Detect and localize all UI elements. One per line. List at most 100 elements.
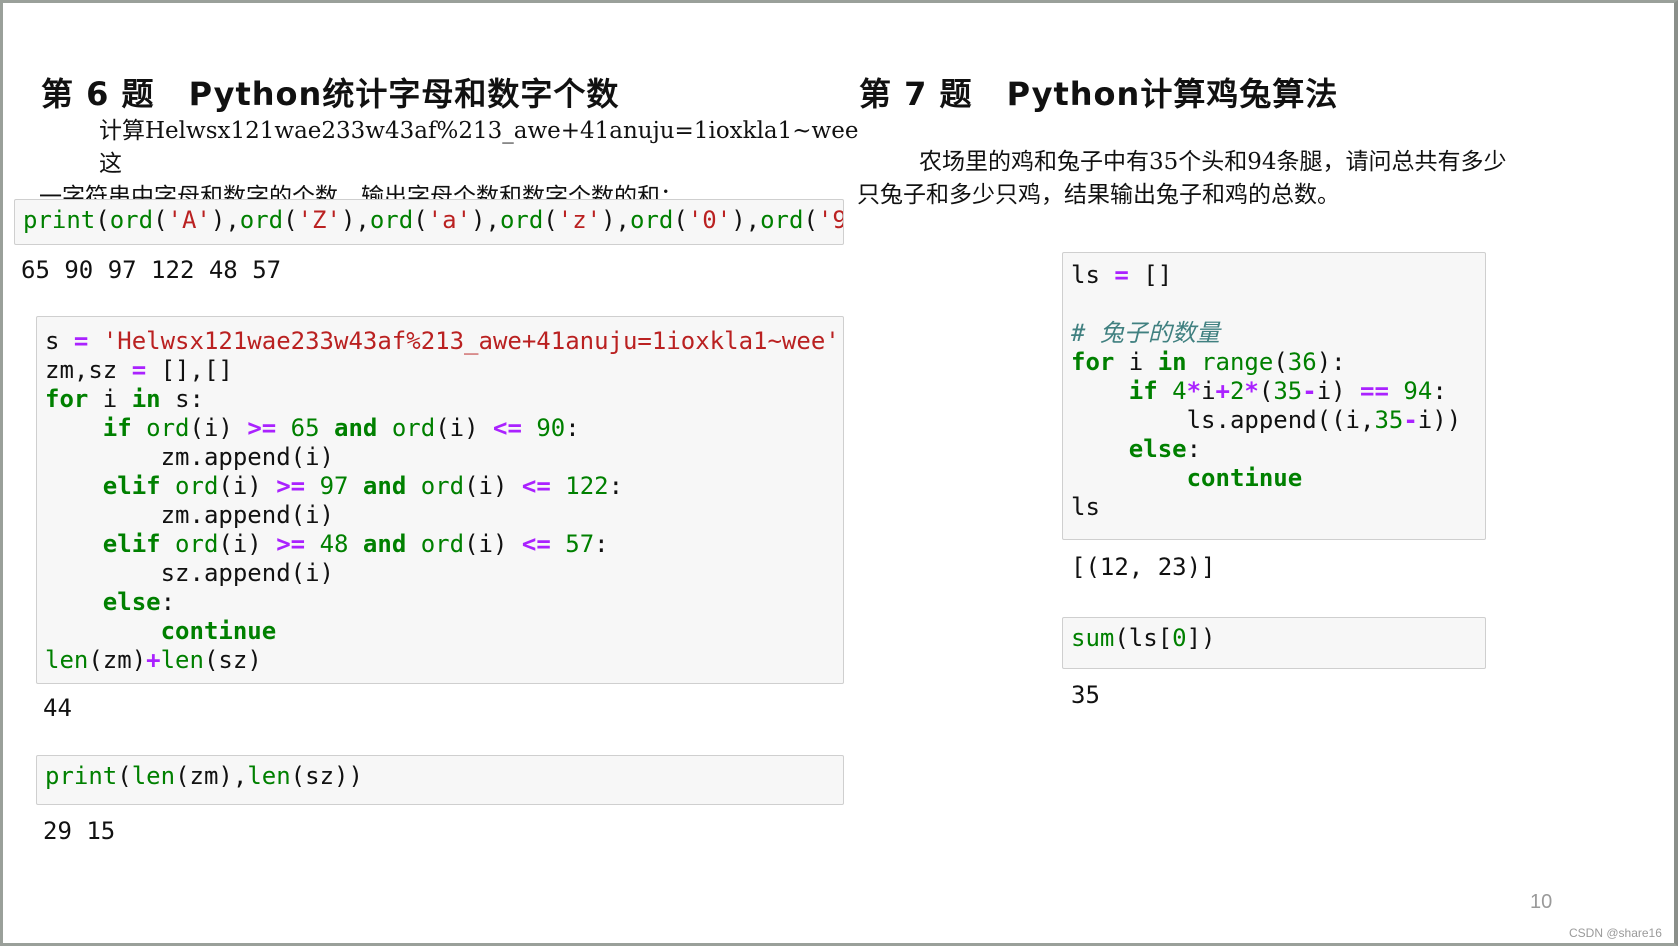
code-token: 'z' xyxy=(557,206,602,234)
code-token: <= xyxy=(521,472,551,500)
code-cell-len[interactable]: print(len(zm),len(sz)) xyxy=(36,755,844,805)
code-token: ord xyxy=(239,206,284,234)
code-token: 0 xyxy=(1172,624,1187,652)
page-number: 10 xyxy=(1530,891,1553,913)
code-token: len xyxy=(247,762,291,790)
code-token: 90 xyxy=(536,414,566,442)
code-token: (i) xyxy=(218,472,277,500)
code-token: = xyxy=(1114,261,1129,289)
slide: 第 6 题 Python统计字母和数字个数 计算Helwsx121wae233w4… xyxy=(0,0,1678,946)
code-token: ord xyxy=(499,206,544,234)
code-token: <= xyxy=(521,530,551,558)
watermark: CSDN @share16 xyxy=(1569,926,1662,940)
code-token: 'Z' xyxy=(297,206,341,234)
code-token: ord xyxy=(146,414,190,442)
code-token: i xyxy=(1201,377,1216,405)
code-token: sum xyxy=(1071,624,1115,652)
code-token: : xyxy=(565,414,580,442)
code-token: len xyxy=(131,762,176,790)
code-token: and xyxy=(362,530,407,558)
code-token: 48 xyxy=(319,530,349,558)
code-token: (sz) xyxy=(203,646,262,674)
code-token: (i) xyxy=(464,530,522,558)
code-token: zm,sz xyxy=(45,356,132,384)
code-token: 4 xyxy=(1172,377,1187,405)
output-len: 29 15 xyxy=(43,817,843,857)
code-token: s: xyxy=(160,385,204,413)
code-token: if xyxy=(1128,377,1158,405)
code-token: for xyxy=(45,385,89,413)
code-token: 36 xyxy=(1287,348,1317,376)
code-token: '0' xyxy=(687,206,732,234)
code-token: print xyxy=(45,762,118,790)
code-token: 94 xyxy=(1403,377,1433,405)
code-token: ls.append((i, xyxy=(1071,406,1375,434)
code-cell-rabbits[interactable]: ls = [] # 兔子的数量 for i in range(36): if 4*i… xyxy=(1062,252,1486,540)
code-token: 97 xyxy=(319,472,349,500)
code-token: i)) xyxy=(1417,406,1462,434)
code-token: ( xyxy=(117,762,132,790)
code-token: in xyxy=(131,385,161,413)
code-token: * xyxy=(1244,377,1259,405)
code-token: ord xyxy=(760,206,804,234)
problem-7-desc-line1: 农场里的鸡和兔子中有35个头和94条腿，请问总共有多少 xyxy=(919,149,1507,175)
code-token: (sz)) xyxy=(290,762,363,790)
code-token: 'a' xyxy=(427,206,472,234)
code-cell-sum[interactable]: sum(ls[0]) xyxy=(1062,617,1486,669)
code-token: <= xyxy=(493,414,522,442)
code-token: 'A' xyxy=(167,206,211,234)
code-token: ord xyxy=(175,472,219,500)
code-token: : xyxy=(160,588,176,616)
code-comment: # 兔子的数量 xyxy=(1071,319,1220,347)
code-token: : xyxy=(1432,377,1447,405)
code-token: 'Helwsx121wae233w43af%213_awe+41anuju=1i… xyxy=(102,327,840,355)
code-line: ls xyxy=(1071,493,1100,521)
code-token: i) xyxy=(1316,377,1361,405)
code-token: s xyxy=(45,327,74,355)
code-token: ( xyxy=(283,206,298,234)
code-token: ), xyxy=(340,206,370,234)
code-token: + xyxy=(1215,377,1230,405)
code-token: (i) xyxy=(464,472,522,500)
code-token: 57 xyxy=(565,530,595,558)
code-token: i xyxy=(1114,348,1158,376)
code-token: (i) xyxy=(435,414,493,442)
code-token: and xyxy=(362,472,407,500)
code-token: else xyxy=(102,588,161,616)
problem-7-title: Python计算鸡兔算法 xyxy=(1006,75,1339,113)
code-token: ): xyxy=(1316,348,1346,376)
code-token: ), xyxy=(601,206,631,234)
code-cell-count[interactable]: s = 'Helwsx121wae233w43af%213_awe+41anuj… xyxy=(36,316,844,684)
code-token: elif xyxy=(102,472,161,500)
code-token: ), xyxy=(210,206,240,234)
code-token: (ls[ xyxy=(1114,624,1173,652)
code-token: ord xyxy=(109,206,154,234)
code-token: ord xyxy=(420,472,465,500)
code-token: if xyxy=(102,414,132,442)
code-token: ord xyxy=(420,530,465,558)
code-token: and xyxy=(334,414,378,442)
code-token: 35 xyxy=(1273,377,1303,405)
code-token: ord xyxy=(391,414,436,442)
code-token: i xyxy=(88,385,132,413)
code-token: ( xyxy=(413,206,428,234)
code-token: '9' xyxy=(817,206,843,234)
code-token: - xyxy=(1403,406,1418,434)
code-token: : xyxy=(594,530,609,558)
output-count: 44 xyxy=(43,694,843,744)
code-cell-ord[interactable]: print(ord('A'),ord('Z'),ord('a'),ord('z'… xyxy=(14,199,844,245)
code-token: >= xyxy=(276,530,306,558)
code-token: elif xyxy=(102,530,161,558)
code-token: (zm), xyxy=(175,762,248,790)
code-token: ( xyxy=(543,206,558,234)
